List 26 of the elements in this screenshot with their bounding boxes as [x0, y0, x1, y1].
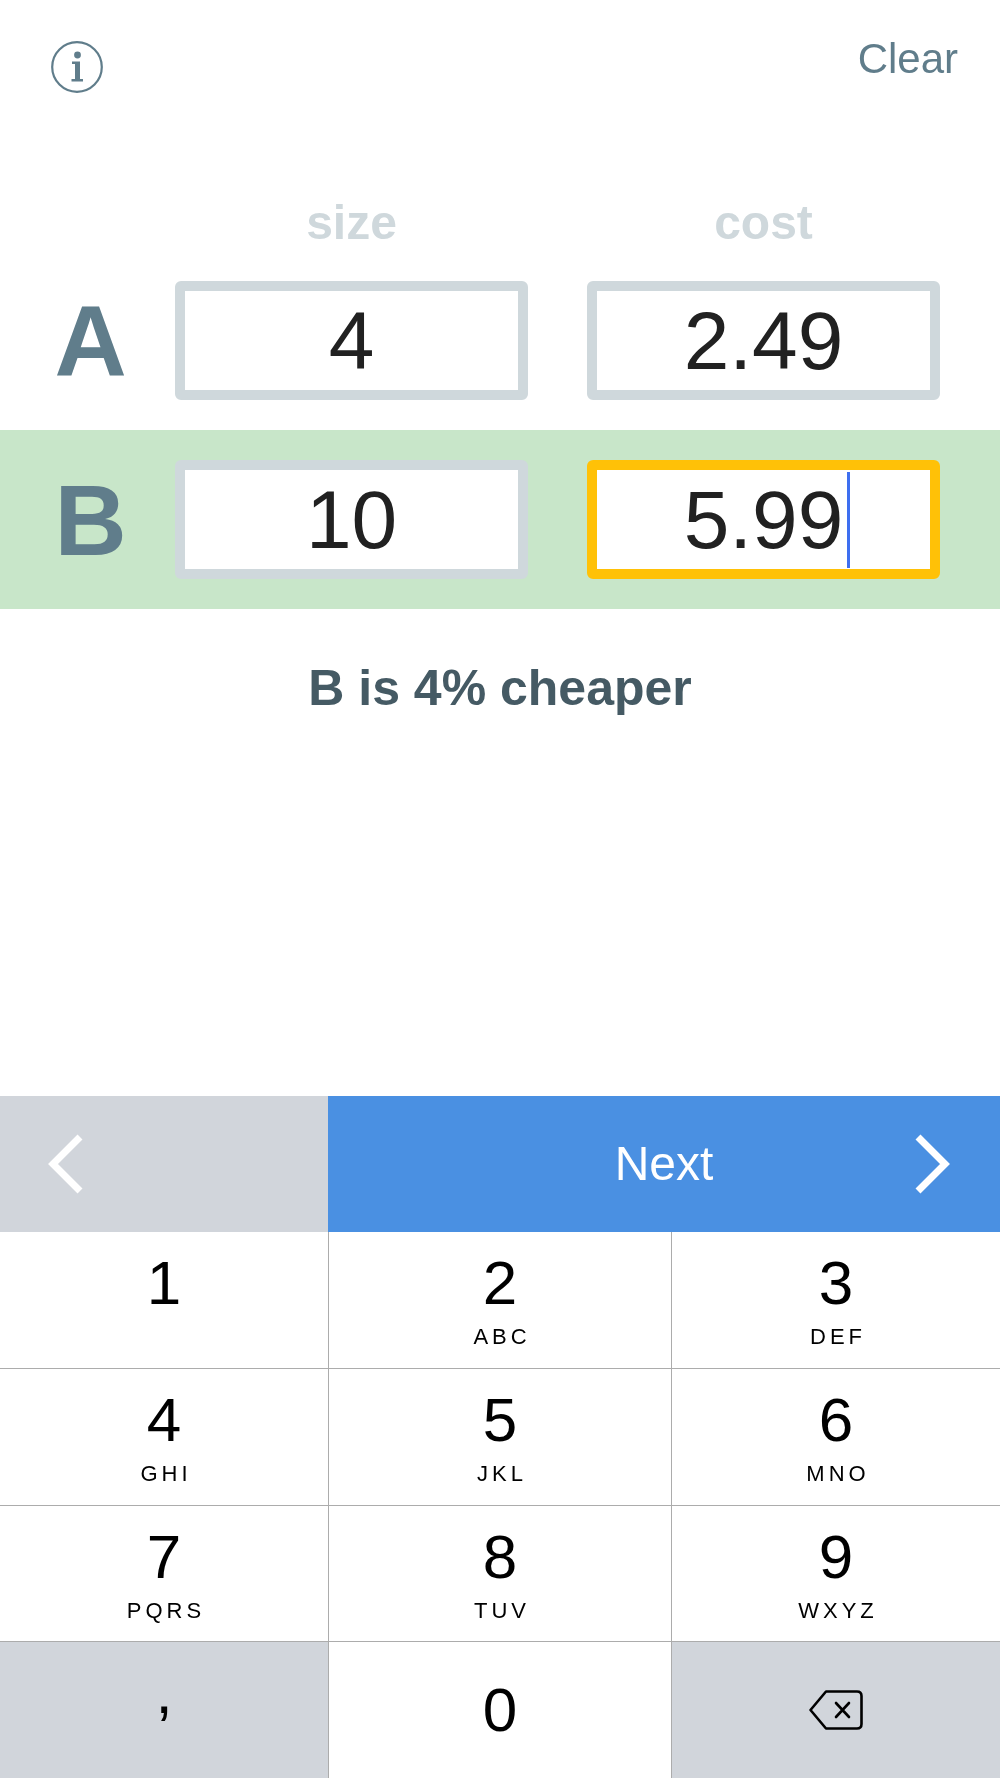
keypad-key[interactable]: 4 GHI: [0, 1368, 328, 1505]
comparison-result: B is 4% cheaper: [308, 663, 692, 713]
keypad-key[interactable]: 9 WXYZ: [672, 1505, 1000, 1642]
backspace-key[interactable]: [672, 1642, 1000, 1778]
clear-button[interactable]: Clear: [857, 38, 958, 80]
chevron-right-icon: [915, 1134, 952, 1194]
row-label: A: [54, 290, 127, 391]
keypad-key[interactable]: 1: [0, 1232, 328, 1368]
input-field[interactable]: 4: [175, 281, 528, 400]
previous-button[interactable]: [0, 1096, 328, 1232]
row-label: B: [54, 469, 127, 570]
backspace-icon: [808, 1689, 864, 1732]
chevron-left-icon: [46, 1134, 83, 1194]
input-field[interactable]: 10: [175, 460, 528, 579]
keypad-key[interactable]: 2 ABC: [329, 1232, 671, 1368]
text-cursor-icon: [847, 471, 851, 568]
keypad-key[interactable]: ,: [0, 1642, 328, 1778]
keypad-key[interactable]: 5 JKL: [329, 1368, 671, 1505]
input-field[interactable]: 2.49: [587, 281, 940, 400]
keypad-key[interactable]: 7 PQRS: [0, 1505, 328, 1642]
keypad-key[interactable]: 8 TUV: [329, 1505, 671, 1642]
keypad-key[interactable]: 0: [329, 1642, 671, 1778]
keypad-key[interactable]: 3 DEF: [672, 1232, 1000, 1368]
keypad-key[interactable]: 6 MNO: [672, 1368, 1000, 1505]
input-field[interactable]: 5.99: [587, 460, 940, 579]
info-icon[interactable]: [51, 41, 103, 93]
